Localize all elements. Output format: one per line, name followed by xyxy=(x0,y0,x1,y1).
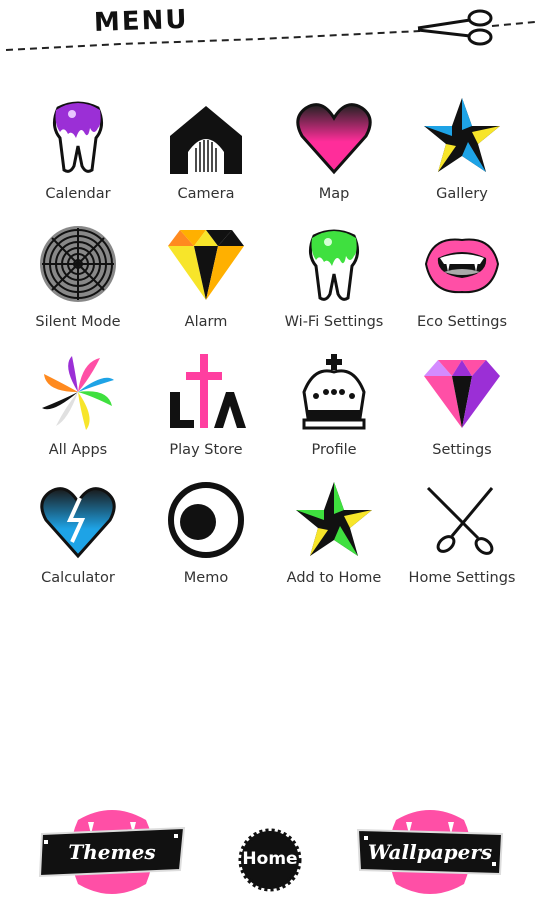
app-label: Camera xyxy=(177,186,235,202)
app-label: Wi-Fi Settings xyxy=(284,314,384,330)
bottom-bar: Themes Home Wallpapers xyxy=(0,790,540,900)
app-calendar[interactable]: Calendar xyxy=(14,96,142,216)
themes-label: Themes xyxy=(68,840,156,864)
broken-heart-icon xyxy=(38,480,118,560)
app-home-settings[interactable]: Home Settings xyxy=(398,480,526,600)
home-label: Home xyxy=(242,849,298,869)
app-label: Home Settings xyxy=(408,570,516,586)
app-profile[interactable]: Profile xyxy=(270,352,398,472)
pinwheel-icon xyxy=(38,352,118,432)
menu-header: MENU xyxy=(0,0,540,60)
op-art-circle-icon xyxy=(38,224,118,304)
app-wifi-settings[interactable]: Wi-Fi Settings xyxy=(270,224,398,344)
app-calculator[interactable]: Calculator xyxy=(14,480,142,600)
heart-pink-icon xyxy=(294,96,374,176)
app-memo[interactable]: Memo xyxy=(142,480,270,600)
app-label: All Apps xyxy=(48,442,108,458)
vampire-lips-icon xyxy=(422,224,502,304)
app-settings[interactable]: Settings xyxy=(398,352,526,472)
app-label: Silent Mode xyxy=(35,314,121,330)
menu-title: MENU xyxy=(93,4,189,38)
tooth-purple-icon xyxy=(38,96,118,176)
cross-lia-icon xyxy=(166,352,246,432)
app-label: Add to Home xyxy=(286,570,382,586)
app-alarm[interactable]: Alarm xyxy=(142,224,270,344)
app-label: Alarm xyxy=(184,314,228,330)
app-eco-settings[interactable]: Eco Settings xyxy=(398,224,526,344)
app-silent-mode[interactable]: Silent Mode xyxy=(14,224,142,344)
app-label: Memo xyxy=(183,570,229,586)
wallpapers-label: Wallpapers xyxy=(367,840,493,864)
star-green-icon xyxy=(294,480,374,560)
home-button[interactable]: Home xyxy=(238,828,302,892)
gem-pink-icon xyxy=(422,352,502,432)
wallpapers-button[interactable]: Wallpapers xyxy=(352,800,508,900)
app-label: Calculator xyxy=(41,570,115,586)
app-play-store[interactable]: Play Store xyxy=(142,352,270,472)
app-map[interactable]: Map xyxy=(270,96,398,216)
app-label: Settings xyxy=(432,442,492,458)
app-label: Gallery xyxy=(436,186,488,202)
nautical-star-icon xyxy=(422,96,502,176)
app-camera[interactable]: Camera xyxy=(142,96,270,216)
app-all-apps[interactable]: All Apps xyxy=(14,352,142,472)
app-label: Eco Settings xyxy=(416,314,508,330)
tooth-green-icon xyxy=(294,224,374,304)
app-add-to-home[interactable]: Add to Home xyxy=(270,480,398,600)
themes-button[interactable]: Themes xyxy=(36,800,188,900)
scissors-icon xyxy=(422,480,502,560)
app-label: Calendar xyxy=(45,186,111,202)
app-label: Map xyxy=(318,186,350,202)
app-label: Play Store xyxy=(169,442,243,458)
app-label: Profile xyxy=(311,442,357,458)
house-camera-icon xyxy=(166,96,246,176)
eye-circle-icon xyxy=(166,480,246,560)
scissors-icon xyxy=(417,9,493,46)
diamond-triangles-icon xyxy=(166,224,246,304)
app-gallery[interactable]: Gallery xyxy=(398,96,526,216)
crown-icon xyxy=(294,352,374,432)
